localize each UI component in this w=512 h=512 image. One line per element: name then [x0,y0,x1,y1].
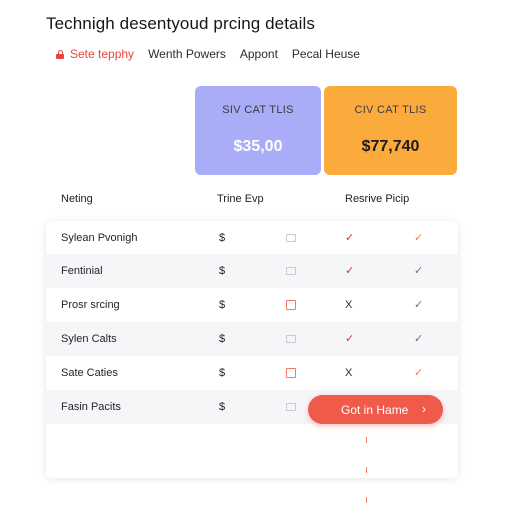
plan-name: SIV CAT TLIS [222,104,294,116]
cross-icon: X [345,367,353,379]
check-icon: ✓ [414,232,424,244]
feature-label: Fentinial [61,265,103,277]
cta-label: Got in Hame [341,403,409,417]
pricing-table: Sylean Pvonigh $ ✓ ✓ Fentinial $ ✓ ✓ Pro… [46,221,458,478]
chevron-right-icon: › [422,402,426,416]
check-icon: ✓ [414,333,424,345]
tooltip-icon[interactable] [286,334,296,344]
tooltip-icon[interactable] [286,266,296,276]
feature-label: Sylean Pvonigh [61,232,138,244]
table-row: Fentinial $ ✓ ✓ [46,254,458,288]
price-symbol: $ [219,299,226,311]
tooltip-icon[interactable] [286,402,296,412]
plan-price: $77,740 [361,138,420,155]
feature-label: Sate Caties [61,367,118,379]
price-symbol: $ [219,333,226,345]
price-symbol: $ [219,367,226,379]
check-icon: ✓ [414,265,424,277]
column-header-plan-a: Trine Evp [217,193,264,205]
tooltip-icon[interactable] [286,300,296,310]
nav-item-appont[interactable]: Appont [240,47,278,61]
table-row: Sylean Pvonigh $ ✓ ✓ [46,221,458,255]
check-icon: ✓ [414,299,424,311]
plan-card-basic[interactable]: SIV CAT TLIS $35,00 [195,86,321,175]
table-row: Sate Caties $ X ✓ [46,356,458,390]
lock-icon [56,49,64,59]
divider-tick [366,437,367,443]
divider-tick [366,467,367,473]
table-row: Prosr srcing $ X ✓ [46,288,458,322]
table-row: Sylen Calts $ ✓ ✓ [46,322,458,356]
nav-item-sete-tepphy[interactable]: Sete tepphy [56,47,134,61]
price-symbol: $ [219,265,226,277]
column-header-plan-b: Resrive Picip [345,193,410,205]
cross-icon: X [345,299,353,311]
check-icon: ✓ [345,232,355,244]
plan-price: $35,00 [233,138,283,155]
feature-label: Sylen Calts [61,333,117,345]
feature-label: Prosr srcing [61,299,120,311]
check-icon: ✓ [345,265,355,277]
divider-tick [366,497,367,503]
nav-item-wenth-powers[interactable]: Wenth Powers [148,47,226,61]
plan-name: CIV CAT TLIS [354,104,427,116]
column-header-feature: Neting [61,193,93,205]
check-icon: ✓ [345,333,355,345]
price-symbol: $ [219,401,226,413]
get-started-button[interactable]: Got in Hame › [308,395,443,424]
page-title: Technigh desentyoud prcing details [46,14,315,33]
plan-card-premium[interactable]: CIV CAT TLIS $77,740 [324,86,457,175]
nav-item-pecal-heuse[interactable]: Pecal Heuse [292,47,360,61]
check-icon: ✓ [414,367,424,379]
top-nav: Sete tepphy Wenth Powers Appont Pecal He… [56,47,360,61]
price-symbol: $ [219,232,226,244]
tooltip-icon[interactable] [286,233,296,243]
nav-item-label: Sete tepphy [70,47,135,61]
tooltip-icon[interactable] [286,368,296,378]
feature-label: Fasin Pacits [61,401,121,413]
